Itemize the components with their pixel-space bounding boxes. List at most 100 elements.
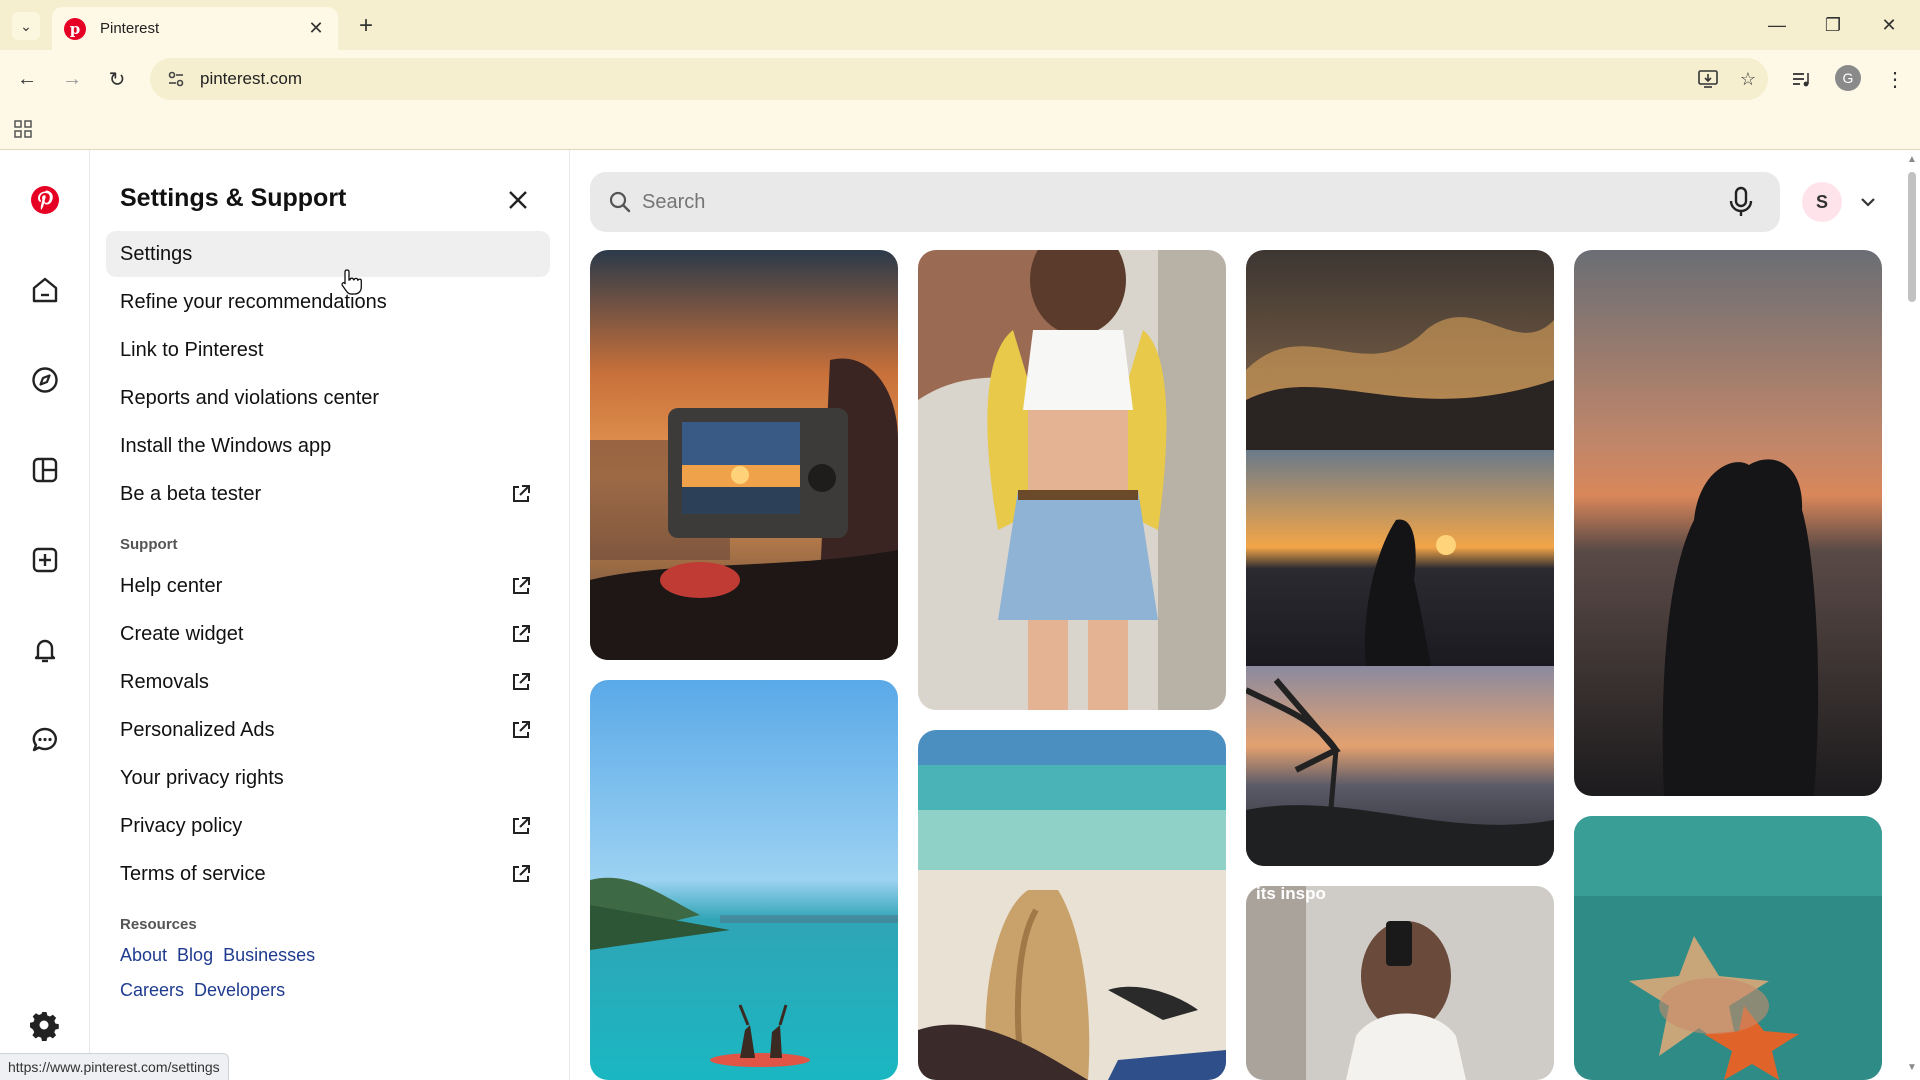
menu-item-settings[interactable]: Settings xyxy=(106,231,550,277)
scroll-thumb[interactable] xyxy=(1908,172,1916,302)
apps-grid-icon[interactable] xyxy=(12,118,34,140)
settings-support-panel: Settings & Support Settings Refine your … xyxy=(90,150,570,1080)
menu-item-reports-violations[interactable]: Reports and violations center xyxy=(106,375,550,421)
pin-feed: Search S its inspo xyxy=(570,150,1920,1080)
link-careers[interactable]: Careers xyxy=(120,980,184,1001)
left-nav-rail xyxy=(0,150,90,1080)
resources-section-label: Resources xyxy=(120,916,197,933)
menu-item-create-widget[interactable]: Create widget xyxy=(106,611,550,657)
resources-links-row-1: About Blog Businesses xyxy=(120,945,315,966)
link-businesses[interactable]: Businesses xyxy=(223,945,315,966)
external-link-icon xyxy=(513,625,530,642)
address-bar[interactable]: pinterest.com ☆ xyxy=(150,58,1768,100)
external-link-icon xyxy=(513,673,530,690)
menu-item-link-to-pinterest[interactable]: Link to Pinterest xyxy=(106,327,550,373)
external-link-icon xyxy=(513,577,530,594)
menu-item-beta-tester[interactable]: Be a beta tester xyxy=(106,471,550,517)
media-control-icon[interactable] xyxy=(1786,64,1816,94)
scroll-down-icon[interactable]: ▼ xyxy=(1907,1063,1917,1073)
chevron-down-icon[interactable] xyxy=(1858,192,1878,212)
browser-profile-avatar[interactable]: G xyxy=(1835,65,1861,91)
menu-item-label: Terms of service xyxy=(120,862,266,885)
reload-icon[interactable]: ↻ xyxy=(102,64,132,94)
search-input[interactable] xyxy=(642,190,1692,214)
support-section-label: Support xyxy=(120,536,178,553)
menu-item-privacy-policy[interactable]: Privacy policy xyxy=(106,803,550,849)
address-text[interactable]: pinterest.com xyxy=(200,69,1688,89)
restore-button[interactable]: ❐ xyxy=(1810,8,1856,42)
pinterest-page: Settings & Support Settings Refine your … xyxy=(0,150,1920,1080)
menu-item-label: Link to Pinterest xyxy=(120,338,264,361)
pin-paddleboard-sea[interactable] xyxy=(590,680,898,1080)
external-link-icon xyxy=(513,865,530,882)
pin-couple-silhouette[interactable] xyxy=(1574,250,1882,796)
link-about[interactable]: About xyxy=(120,945,167,966)
forward-arrow-icon[interactable]: → xyxy=(57,64,87,94)
hand-cursor-icon xyxy=(341,269,362,295)
panel-title: Settings & Support xyxy=(120,184,347,212)
bookmarks-bar xyxy=(0,108,1920,150)
notifications-bell-icon[interactable] xyxy=(23,628,67,672)
browser-tab[interactable]: p Pinterest ✕ xyxy=(52,7,338,50)
pin-beach-braid[interactable] xyxy=(918,730,1226,1080)
tab-title: Pinterest xyxy=(100,20,160,37)
page-scrollbar[interactable]: ▲ ▼ xyxy=(1904,150,1920,1080)
search-bar[interactable] xyxy=(590,172,1780,232)
menu-item-privacy-rights[interactable]: Your privacy rights xyxy=(106,755,550,801)
menu-item-label: Create widget xyxy=(120,622,244,645)
minimize-button[interactable]: — xyxy=(1754,8,1800,42)
boards-icon[interactable] xyxy=(23,448,67,492)
external-link-icon xyxy=(513,721,530,738)
microphone-icon[interactable] xyxy=(1726,186,1756,218)
close-window-button[interactable]: ✕ xyxy=(1866,8,1912,42)
bookmark-star-icon[interactable]: ☆ xyxy=(1728,69,1768,90)
pin-camera-sunset[interactable] xyxy=(590,250,898,660)
install-app-icon[interactable] xyxy=(1688,69,1728,89)
new-tab-button[interactable]: + xyxy=(352,12,380,40)
external-link-icon xyxy=(513,817,530,834)
menu-item-label: Settings xyxy=(120,242,193,265)
menu-item-terms-of-service[interactable]: Terms of service xyxy=(106,851,550,897)
menu-item-label: Personalized Ads xyxy=(120,718,275,741)
menu-item-label: Removals xyxy=(120,670,209,693)
menu-item-removals[interactable]: Removals xyxy=(106,659,550,705)
pinterest-favicon-icon: p xyxy=(64,17,86,40)
menu-item-label: Help center xyxy=(120,574,223,597)
resources-links-row-2: Careers Developers xyxy=(120,980,285,1001)
tab-search-button[interactable]: ⌄ xyxy=(12,12,40,40)
pin-starfish[interactable] xyxy=(1574,816,1882,1080)
home-icon[interactable] xyxy=(23,268,67,312)
status-bar-url: https://www.pinterest.com/settings xyxy=(0,1053,229,1080)
menu-item-label: Be a beta tester xyxy=(120,482,262,505)
browser-titlebar: ⌄ p Pinterest ✕ + — ❐ ✕ xyxy=(0,0,1920,50)
link-blog[interactable]: Blog xyxy=(177,945,213,966)
menu-item-refine-recommendations[interactable]: Refine your recommendations xyxy=(106,279,550,325)
menu-item-label: Install the Windows app xyxy=(120,434,332,457)
menu-item-label: Privacy policy xyxy=(120,814,243,837)
menu-item-personalized-ads[interactable]: Personalized Ads xyxy=(106,707,550,753)
close-tab-icon[interactable]: ✕ xyxy=(306,18,326,39)
pin-sunset-collage[interactable] xyxy=(1246,250,1554,866)
search-icon xyxy=(609,191,631,213)
create-plus-icon[interactable] xyxy=(23,538,67,582)
site-info-icon[interactable] xyxy=(156,70,196,88)
browser-toolbar: ← → ↻ pinterest.com ☆ G ⋮ xyxy=(0,50,1920,108)
back-arrow-icon[interactable]: ← xyxy=(12,64,42,94)
pin-mirror-selfie[interactable]: its inspo xyxy=(1246,886,1554,1080)
close-panel-icon[interactable] xyxy=(502,184,534,216)
link-developers[interactable]: Developers xyxy=(194,980,285,1001)
pinterest-logo-icon[interactable] xyxy=(23,178,67,222)
menu-item-label: Reports and violations center xyxy=(120,386,380,409)
chevron-down-icon: ⌄ xyxy=(20,17,32,34)
pin-denim-skirt-outfit[interactable] xyxy=(918,250,1226,710)
settings-gear-icon[interactable] xyxy=(24,1005,64,1045)
menu-item-label: Your privacy rights xyxy=(120,766,284,789)
scroll-up-icon[interactable]: ▲ xyxy=(1907,155,1917,165)
menu-item-install-windows-app[interactable]: Install the Windows app xyxy=(106,423,550,469)
menu-item-help-center[interactable]: Help center xyxy=(106,563,550,609)
explore-compass-icon[interactable] xyxy=(23,358,67,402)
messages-icon[interactable] xyxy=(23,718,67,762)
user-avatar[interactable]: S xyxy=(1802,182,1842,222)
more-options-icon[interactable]: ⋮ xyxy=(1880,64,1910,94)
pin-overlay-text: its inspo xyxy=(1256,886,1326,903)
